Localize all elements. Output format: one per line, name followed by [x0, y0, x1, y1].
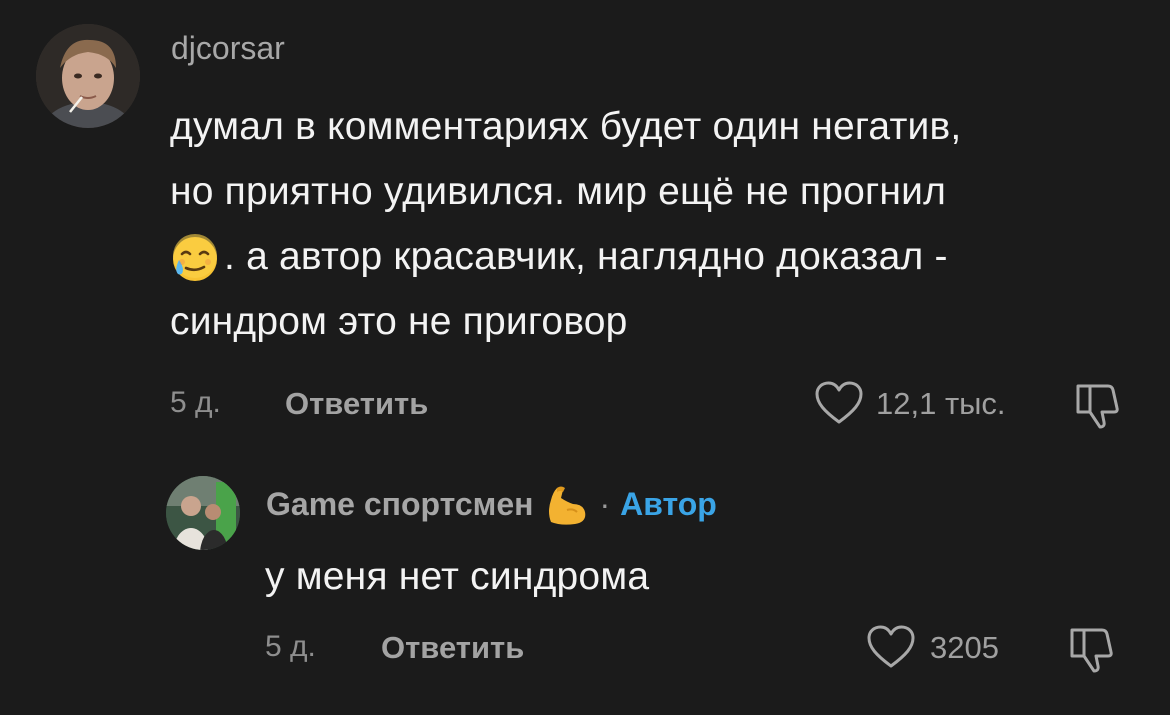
separator-dot: ·: [599, 485, 611, 522]
avatar[interactable]: [166, 476, 240, 550]
comment-username[interactable]: Game спортсмен: [266, 486, 533, 523]
thumbs-down-outline-icon[interactable]: [1066, 624, 1120, 674]
comment-text: у меня нет синдрома: [265, 555, 650, 598]
reply-button[interactable]: Ответить: [285, 386, 428, 422]
comment-text-line-3: . а автор красавчик, наглядно доказал -: [170, 224, 1160, 289]
thumbs-down-outline-icon[interactable]: [1072, 380, 1126, 430]
comment-text-line-1: думал в комментариях будет один негатив,: [170, 105, 962, 148]
avatar-image: [166, 476, 240, 550]
reply-header: Game спортсмен · Автор: [266, 482, 717, 526]
comment-age: 5 д.: [170, 386, 221, 419]
comment-username[interactable]: djcorsar: [171, 30, 285, 67]
author-badge: Автор: [620, 485, 717, 522]
heart-outline-icon[interactable]: [866, 624, 916, 670]
heart-outline-icon[interactable]: [814, 380, 864, 426]
like-count: 12,1 тыс.: [876, 386, 1006, 421]
avatar-image: [36, 24, 140, 128]
like-count: 3205: [930, 630, 999, 665]
comment-reply-author: Game спортсмен · Автор у меня нет синдро…: [0, 460, 1170, 715]
comment-text-line-4: синдром это не приговор: [170, 300, 628, 343]
comment-text-line-2: но приятно удивился. мир ещё не прогнил: [170, 170, 947, 213]
comment-text-line-3-text: . а автор красавчик, наглядно доказал -: [224, 235, 948, 278]
comment-djcorsar: djcorsar думал в комментариях будет один…: [0, 0, 1170, 440]
face-holding-back-tears-emoji: [170, 233, 220, 284]
comment-age: 5 д.: [265, 630, 316, 663]
comment-text: думал в комментариях будет один негатив,…: [170, 94, 1160, 354]
reply-button[interactable]: Ответить: [381, 630, 524, 666]
avatar[interactable]: [36, 24, 140, 128]
flexed-biceps-emoji: [543, 482, 587, 526]
